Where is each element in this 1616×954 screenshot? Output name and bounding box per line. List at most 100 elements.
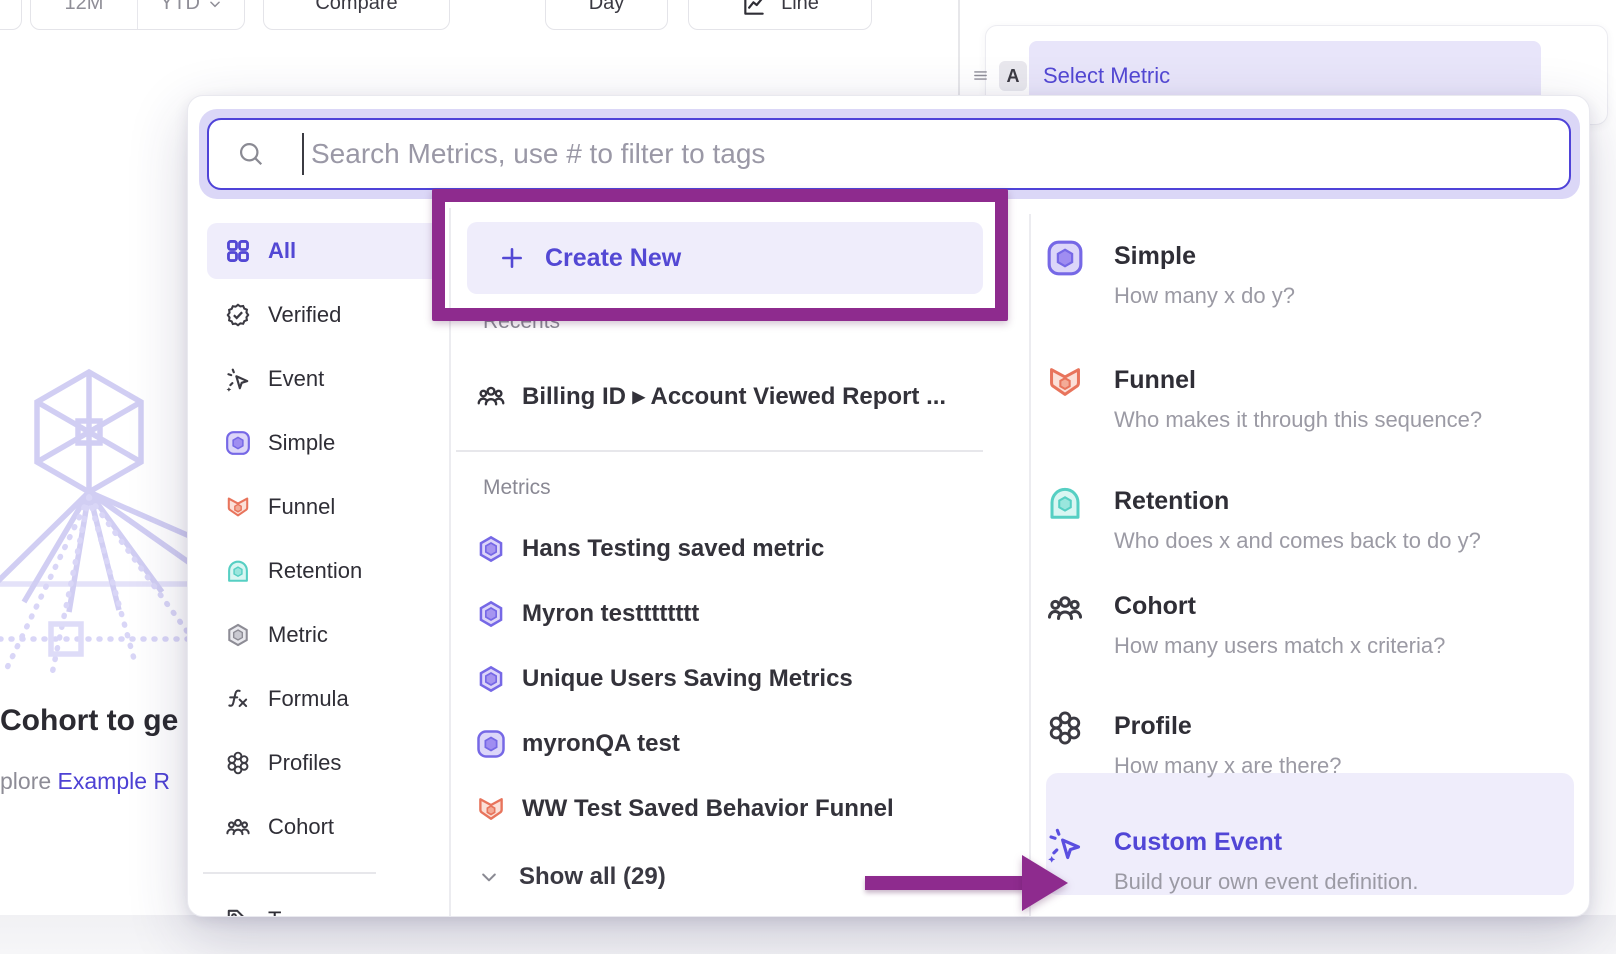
line-chart-type-button[interactable]: Line <box>688 0 872 30</box>
metric-list-item[interactable]: Myron testttttttt <box>476 588 976 640</box>
funnel-icon <box>225 494 251 520</box>
compare-button[interactable]: Compare <box>263 0 450 30</box>
line-label: Line <box>781 0 819 15</box>
sidebar-item-all[interactable]: All <box>207 223 443 279</box>
sidebar-item-verified[interactable]: Verified <box>207 287 443 343</box>
retention-icon <box>1046 484 1084 522</box>
sidebar-item-label: Simple <box>268 430 335 456</box>
drag-handle-icon[interactable] <box>972 67 989 84</box>
range-12m-button[interactable]: 12M <box>31 0 137 29</box>
chevron-down-icon <box>208 0 222 11</box>
funnel-icon <box>1046 363 1084 401</box>
hexagon-icon <box>476 664 506 694</box>
event-icon <box>225 366 251 392</box>
sidebar-item-label: Verified <box>268 302 341 328</box>
sidebar-item-formula[interactable]: Formula <box>207 671 443 727</box>
range-ytd-button[interactable]: YTD <box>137 0 244 29</box>
sidebar-item-label: Formula <box>268 686 349 712</box>
simple-icon <box>476 729 506 759</box>
type-subtitle: How many x are there? <box>1114 753 1341 779</box>
grid-icon <box>225 238 251 264</box>
metric-item-label: Hans Testing saved metric <box>522 535 824 563</box>
type-title: Funnel <box>1114 366 1196 395</box>
metric-list-item[interactable]: WW Test Saved Behavior Funnel <box>476 783 976 835</box>
partial-toolbar-button[interactable] <box>0 0 22 30</box>
sidebar-item-profiles[interactable]: Profiles <box>207 735 443 791</box>
metric-list-item[interactable]: Unique Users Saving Metrics <box>476 653 976 705</box>
type-title: Cohort <box>1114 592 1196 621</box>
simple-icon <box>225 430 251 456</box>
explore-prefix: plore <box>0 768 58 794</box>
day-granularity-button[interactable]: Day <box>545 0 668 30</box>
line-chart-icon <box>741 0 767 18</box>
funnel-icon <box>476 794 506 824</box>
sidebar-divider <box>203 872 376 874</box>
retention-icon <box>225 558 251 584</box>
sidebar-item-label: Profiles <box>268 750 341 776</box>
search-field <box>207 118 1571 190</box>
date-range-segmented-control: 12M YTD <box>30 0 245 30</box>
type-title: Custom Event <box>1114 828 1282 857</box>
recents-divider <box>456 450 983 452</box>
metric-list-item[interactable]: myronQA test <box>476 718 976 770</box>
compare-label: Compare <box>315 0 397 15</box>
type-subtitle: How many users match x criteria? <box>1114 633 1445 659</box>
empty-state-explore-line: plore Example R <box>0 768 189 795</box>
metric-item-label: WW Test Saved Behavior Funnel <box>522 795 894 823</box>
page-bottom-strip <box>0 915 1616 954</box>
text-caret <box>302 133 304 175</box>
profiles-icon <box>1046 709 1084 747</box>
empty-state-headline: Cohort to ge <box>0 704 189 738</box>
background-illustration <box>0 332 194 677</box>
annotation-arrow-tail <box>865 876 1023 890</box>
simple-icon <box>1046 239 1084 277</box>
results-column-divider <box>1029 214 1031 917</box>
metric-item-label: Myron testttttttt <box>522 600 699 628</box>
show-all-label: Show all (29) <box>519 863 666 891</box>
chevron-down-icon <box>479 867 499 887</box>
day-label: Day <box>589 0 625 15</box>
series-badge: A <box>999 61 1027 91</box>
annotation-rectangle <box>432 189 1008 321</box>
sidebar-item-label: Funnel <box>268 494 335 520</box>
verified-icon <box>225 302 251 328</box>
sidebar-item-label: Metric <box>268 622 328 648</box>
type-subtitle: Who makes it through this sequence? <box>1114 407 1482 433</box>
range-ytd-label: YTD <box>160 0 200 15</box>
tag-icon <box>225 907 251 917</box>
annotation-arrow-head <box>1022 855 1068 911</box>
panel-divider-top <box>958 0 960 96</box>
sidebar-item-label: Retention <box>268 558 362 584</box>
sidebar-item-label: Cohort <box>268 814 334 840</box>
sidebar-item-metric[interactable]: Metric <box>207 607 443 663</box>
recent-item-label: Billing ID ▸ Account Viewed Report ... <box>522 382 946 411</box>
type-subtitle: Build your own event definition. <box>1114 869 1419 895</box>
sidebar-item-label: All <box>268 238 296 264</box>
hexagon-icon <box>476 599 506 629</box>
type-title: Profile <box>1114 712 1192 741</box>
hexagon-icon <box>476 534 506 564</box>
metric-icon <box>225 622 251 648</box>
sidebar-item-retention[interactable]: Retention <box>207 543 443 599</box>
sidebar-item-funnel[interactable]: Funnel <box>207 479 443 535</box>
sidebar-item-label: T <box>268 907 281 917</box>
formula-icon <box>225 686 251 712</box>
recent-item[interactable]: Billing ID ▸ Account Viewed Report ... <box>476 370 976 422</box>
example-reports-link[interactable]: Example R <box>58 768 170 794</box>
cohort-icon <box>476 381 506 411</box>
type-subtitle: Who does x and comes back to do y? <box>1114 528 1481 554</box>
type-title: Retention <box>1114 487 1229 516</box>
cohort-icon <box>225 814 251 840</box>
sidebar-item-event[interactable]: Event <box>207 351 443 407</box>
sidebar-item-cohort[interactable]: Cohort <box>207 799 443 855</box>
show-all-toggle[interactable]: Show all (29) <box>479 851 839 903</box>
metric-list-item[interactable]: Hans Testing saved metric <box>476 523 976 575</box>
metrics-header: Metrics <box>483 476 551 500</box>
app-screen: 12M YTD Compare Day Line <box>0 0 1616 954</box>
sidebar-item-simple[interactable]: Simple <box>207 415 443 471</box>
search-input[interactable] <box>309 124 1513 184</box>
profiles-icon <box>225 750 251 776</box>
search-icon <box>237 140 265 168</box>
range-12m-label: 12M <box>65 0 104 15</box>
sidebar-item-overflow[interactable]: T <box>207 892 443 917</box>
